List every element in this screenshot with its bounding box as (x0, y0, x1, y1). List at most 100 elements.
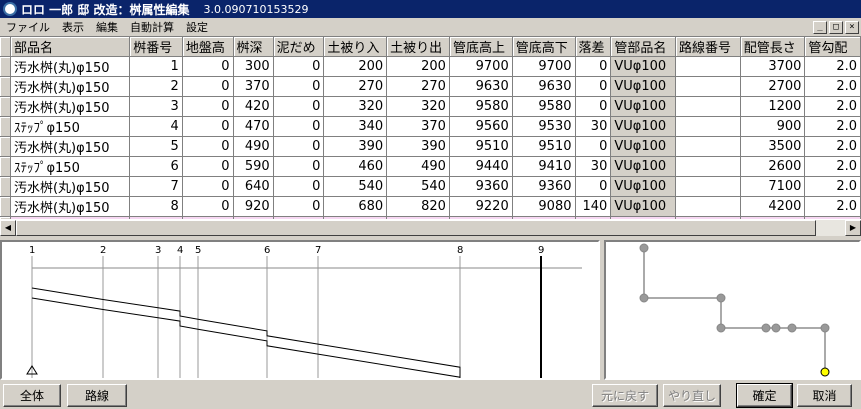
menu-file[interactable]: ファイル (0, 19, 56, 35)
table-cell[interactable]: 0 (273, 196, 325, 217)
row-header[interactable] (0, 56, 11, 77)
table-cell[interactable]: 7100 (740, 176, 806, 197)
table-cell[interactable]: 0 (182, 116, 234, 137)
menu-edit[interactable]: 編集 (90, 19, 124, 35)
table-row[interactable]: ｽﾃｯﾌﾟφ150 4 0 470 0 340 370 9560 9530 30 VUφ100 900… (0, 116, 861, 137)
table-cell[interactable]: 200 (323, 56, 388, 77)
corner-cell[interactable] (0, 37, 11, 57)
plan-node[interactable] (820, 367, 830, 377)
maximize-icon[interactable]: □ (829, 20, 843, 34)
plan-node[interactable] (716, 323, 726, 333)
table-cell[interactable]: VUφ100 (610, 196, 677, 217)
table-cell[interactable]: 9080 (512, 196, 576, 217)
table-cell[interactable]: 6 (129, 156, 183, 177)
table-cell[interactable]: 0 (273, 96, 325, 117)
table-cell[interactable]: 0 (182, 136, 234, 157)
table-cell[interactable]: 140 (575, 196, 612, 217)
table-cell[interactable]: 2.0 (804, 116, 861, 137)
table-cell[interactable]: 920 (233, 196, 274, 217)
table-cell[interactable]: 9530 (512, 116, 576, 137)
table-cell[interactable]: 3700 (740, 56, 806, 77)
plan-node[interactable] (639, 243, 649, 253)
table-cell[interactable]: 汚水桝(丸)φ150 (10, 76, 131, 97)
column-header[interactable]: 路線番号 (675, 37, 741, 57)
undo-button[interactable]: 元に戻す (592, 384, 658, 407)
plan-node[interactable] (787, 323, 797, 333)
table-cell[interactable]: 590 (233, 156, 274, 177)
table-cell[interactable] (675, 176, 741, 197)
table-cell[interactable]: 2.0 (804, 56, 861, 77)
table-row[interactable]: 汚水桝(丸)φ150 8 0 920 0 680 820 9220 9080 140 VUφ100 4… (0, 196, 861, 217)
table-cell[interactable]: 2.0 (804, 156, 861, 177)
table-cell[interactable]: 0 (273, 56, 325, 77)
table-cell[interactable]: 320 (323, 96, 388, 117)
table-cell[interactable] (675, 56, 741, 77)
column-header[interactable]: 管底高上 (449, 37, 513, 57)
table-cell[interactable]: 320 (386, 96, 450, 117)
table-cell[interactable]: 390 (323, 136, 388, 157)
table-cell[interactable]: 9630 (449, 76, 513, 97)
table-cell[interactable]: 9580 (449, 96, 513, 117)
row-header[interactable] (0, 116, 11, 137)
table-cell[interactable]: 7 (129, 176, 183, 197)
table-cell[interactable]: 0 (182, 176, 234, 197)
table-cell[interactable]: 270 (386, 76, 450, 97)
column-header[interactable]: 泥だめ (273, 37, 325, 57)
cancel-button[interactable]: 取消 (797, 384, 852, 407)
table-cell[interactable]: 2.0 (804, 96, 861, 117)
table-cell[interactable]: 1200 (740, 96, 806, 117)
column-header[interactable]: 土被り出 (386, 37, 450, 57)
table-cell[interactable]: 0 (182, 76, 234, 97)
table-cell[interactable]: 0 (182, 196, 234, 217)
table-cell[interactable]: 汚水桝(丸)φ150 (10, 96, 131, 117)
plan-node[interactable] (771, 323, 781, 333)
table-cell[interactable]: 9700 (449, 56, 513, 77)
menu-auto-calc[interactable]: 自動計算 (124, 19, 180, 35)
table-cell[interactable]: 390 (386, 136, 450, 157)
table-cell[interactable]: 2.0 (804, 196, 861, 217)
table-cell[interactable]: 0 (575, 136, 612, 157)
column-header[interactable]: 管底高下 (512, 37, 576, 57)
table-cell[interactable]: 汚水桝(丸)φ150 (10, 176, 131, 197)
table-cell[interactable]: 0 (575, 176, 612, 197)
table-cell[interactable]: 200 (386, 56, 450, 77)
table-cell[interactable]: 1 (129, 56, 183, 77)
table-cell[interactable]: 2.0 (804, 176, 861, 197)
row-header[interactable] (0, 196, 11, 217)
table-row[interactable]: 汚水桝(丸)φ150 7 0 640 0 540 540 9360 9360 0 VUφ100 710… (0, 176, 861, 197)
table-cell[interactable]: 9560 (449, 116, 513, 137)
table-cell[interactable]: ｽﾃｯﾌﾟφ150 (10, 156, 131, 177)
table-row[interactable]: 汚水桝(丸)φ150 1 0 300 0 200 200 9700 9700 0 VUφ100 370… (0, 56, 861, 77)
table-cell[interactable]: 0 (182, 56, 234, 77)
profile-view[interactable]: 1 2 3 4 5 6 7 8 9 (0, 240, 600, 380)
plan-view[interactable] (604, 240, 861, 380)
column-header[interactable]: 落差 (575, 37, 612, 57)
table-cell[interactable]: 9510 (512, 136, 576, 157)
menu-settings[interactable]: 設定 (180, 19, 214, 35)
table-cell[interactable] (675, 96, 741, 117)
table-cell[interactable]: 汚水桝(丸)φ150 (10, 56, 131, 77)
table-cell[interactable]: 4200 (740, 196, 806, 217)
table-cell[interactable]: 370 (233, 76, 274, 97)
table-cell[interactable]: 8 (129, 196, 183, 217)
table-cell[interactable]: 9440 (449, 156, 513, 177)
table-cell[interactable]: 900 (740, 116, 806, 137)
table-cell[interactable]: 540 (323, 176, 388, 197)
route-button[interactable]: 路線 (67, 384, 127, 407)
column-header[interactable]: 地盤高 (182, 37, 234, 57)
plan-node[interactable] (639, 293, 649, 303)
table-cell[interactable]: 0 (273, 176, 325, 197)
table-row[interactable]: 汚水桝(丸)φ150 5 0 490 0 390 390 9510 9510 0 VUφ100 350… (0, 136, 861, 157)
table-cell[interactable]: 470 (233, 116, 274, 137)
title-bar[interactable]: ロロ 一郎 邸 改造：桝属性編集 3.0.090710153529 (0, 0, 861, 18)
table-cell[interactable]: VUφ100 (610, 116, 677, 137)
table-cell[interactable]: 490 (386, 156, 450, 177)
table-cell[interactable]: 3 (129, 96, 183, 117)
table-cell[interactable]: 0 (273, 76, 325, 97)
table-cell[interactable]: 460 (323, 156, 388, 177)
table-cell[interactable]: 640 (233, 176, 274, 197)
table-cell[interactable]: VUφ100 (610, 76, 677, 97)
table-cell[interactable]: 2600 (740, 156, 806, 177)
table-cell[interactable]: 汚水桝(丸)φ150 (10, 196, 131, 217)
table-cell[interactable]: 0 (182, 156, 234, 177)
